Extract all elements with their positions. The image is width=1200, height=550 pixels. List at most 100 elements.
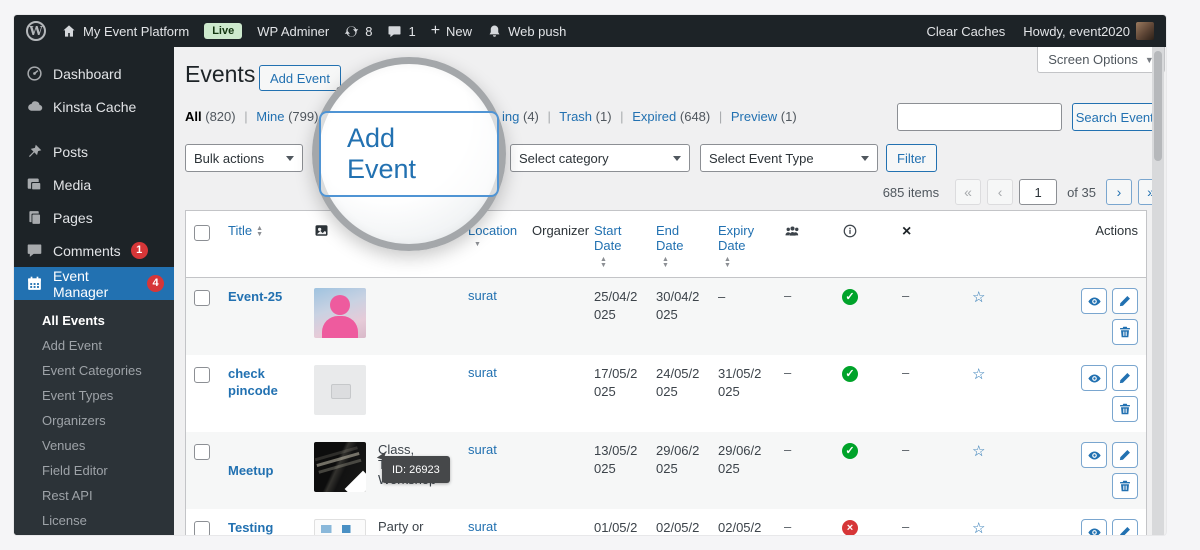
magnifier-lens-overlay: Add Event	[312, 57, 506, 251]
delete-button[interactable]	[1112, 473, 1138, 499]
edit-button[interactable]	[1112, 288, 1138, 314]
sidebar-item-pages[interactable]: Pages	[14, 201, 174, 234]
site-name-link[interactable]: My Event Platform	[61, 23, 189, 39]
submenu-all-events[interactable]: All Events	[14, 308, 174, 333]
comment-icon	[27, 244, 42, 257]
event-thumbnail	[314, 519, 366, 535]
sidebar-item-posts[interactable]: Posts	[14, 135, 174, 168]
title-column-header[interactable]: Title ▲ ▼	[220, 211, 306, 277]
feature-star-toggle[interactable]: ☆	[972, 520, 985, 535]
submenu-license[interactable]: License	[14, 508, 174, 533]
info-icon	[843, 224, 857, 238]
sidebar-item-kinsta-cache[interactable]: Kinsta Cache	[14, 90, 174, 123]
wp-adminer-link[interactable]: WP Adminer	[257, 24, 329, 39]
pin-icon	[28, 144, 42, 157]
comments-link[interactable]: 1	[387, 23, 416, 39]
view-pending-link[interactable]: ing	[502, 109, 519, 124]
view-expired-link[interactable]: Expired	[632, 109, 676, 124]
view-button[interactable]	[1081, 288, 1107, 314]
updates-link[interactable]: 8	[344, 24, 372, 39]
search-input[interactable]	[897, 103, 1062, 131]
event-type-select-value: Select Event Type	[709, 150, 814, 166]
search-events-button[interactable]: Search Events	[1072, 103, 1164, 131]
attendees-cell: –	[784, 442, 792, 457]
x-icon: ×	[902, 223, 912, 240]
sidebar-item-event-manager[interactable]: Event Manager 4	[14, 267, 174, 300]
admin-sidebar: Dashboard Kinsta Cache Posts Media Pages	[14, 47, 174, 535]
tooltip-text: ID: 26923	[392, 463, 440, 476]
home-icon	[61, 23, 77, 39]
expiry-date-column-header[interactable]: Expiry Date ▲ ▼	[710, 211, 776, 277]
new-content-link[interactable]: + New	[431, 22, 472, 40]
magnified-add-event-button[interactable]: Add Event	[319, 111, 499, 197]
submenu-organizers[interactable]: Organizers	[14, 408, 174, 433]
sidebar-item-label: Comments	[53, 242, 121, 259]
submenu-add-event[interactable]: Add Event	[14, 333, 174, 358]
location-link[interactable]: surat	[468, 365, 497, 380]
edit-button[interactable]	[1112, 365, 1138, 391]
screen-options-button[interactable]: Screen Options ▼	[1037, 47, 1165, 73]
event-type-cell	[370, 278, 460, 355]
view-mine-link[interactable]: Mine	[256, 109, 284, 124]
add-event-button[interactable]: Add Event	[259, 65, 341, 91]
event-thumbnail-placeholder	[314, 365, 366, 415]
event-title-link[interactable]: Event-25	[228, 288, 282, 305]
delete-button[interactable]	[1112, 319, 1138, 345]
filter-button[interactable]: Filter	[886, 144, 937, 172]
row-checkbox[interactable]	[194, 367, 210, 383]
bulk-actions-select[interactable]: Bulk actions	[185, 144, 303, 172]
edit-button[interactable]	[1112, 519, 1138, 535]
vertical-scrollbar[interactable]	[1152, 47, 1164, 535]
feature-star-toggle[interactable]: ☆	[972, 366, 985, 383]
location-link[interactable]: surat	[468, 442, 497, 457]
web-push-link[interactable]: Web push	[487, 24, 566, 39]
view-button[interactable]	[1081, 442, 1107, 468]
clear-caches-link[interactable]: Clear Caches	[927, 24, 1006, 39]
submenu-field-editor[interactable]: Field Editor	[14, 458, 174, 483]
submenu-event-types[interactable]: Event Types	[14, 383, 174, 408]
delete-button[interactable]	[1112, 396, 1138, 422]
current-page-input[interactable]: 1	[1019, 179, 1058, 205]
account-menu[interactable]: Howdy, event2020	[1023, 22, 1154, 40]
prev-page-button[interactable]: ‹	[987, 179, 1014, 205]
view-all-link[interactable]: All	[185, 109, 202, 124]
select-all-checkbox[interactable]	[194, 225, 210, 241]
event-title-link[interactable]: Testing nikki	[228, 519, 298, 535]
row-checkbox[interactable]	[194, 290, 210, 306]
next-page-button[interactable]: ›	[1106, 179, 1132, 205]
view-preview-link[interactable]: Preview	[731, 109, 777, 124]
first-page-button[interactable]: «	[955, 179, 982, 205]
table-row: check pincode surat 17/05/2025 24/05/202…	[186, 355, 1146, 432]
dashboard-icon	[27, 66, 42, 81]
sidebar-item-media[interactable]: Media	[14, 168, 174, 201]
expiry-date-cell: 29/06/2025	[718, 443, 762, 476]
row-checkbox[interactable]	[194, 521, 210, 535]
comments-count: 1	[408, 23, 416, 39]
view-button[interactable]	[1081, 365, 1107, 391]
location-link[interactable]: surat	[468, 288, 497, 303]
edit-button[interactable]	[1112, 442, 1138, 468]
title-header-label: Title	[228, 223, 253, 238]
scrollbar-thumb[interactable]	[1154, 51, 1162, 161]
event-type-select[interactable]: Select Event Type	[700, 144, 878, 172]
sidebar-item-dashboard[interactable]: Dashboard	[14, 57, 174, 90]
submenu-event-categories[interactable]: Event Categories	[14, 358, 174, 383]
separator: |	[620, 109, 624, 124]
event-title-link[interactable]: check pincode	[228, 365, 298, 399]
submenu-venues[interactable]: Venues	[14, 433, 174, 458]
feature-star-toggle[interactable]: ☆	[972, 443, 985, 460]
view-trash-link[interactable]: Trash	[559, 109, 592, 124]
submenu-rest-api[interactable]: Rest API	[14, 483, 174, 508]
category-select[interactable]: Select category	[510, 144, 690, 172]
location-link[interactable]: surat	[468, 519, 497, 534]
event-title-link[interactable]: Meetup	[228, 462, 274, 479]
sidebar-separator	[14, 123, 174, 135]
end-date-column-header[interactable]: End Date ▲ ▼	[648, 211, 710, 277]
wordpress-logo-icon[interactable]: W	[26, 21, 46, 41]
sidebar-item-comments[interactable]: Comments 1	[14, 234, 174, 267]
start-date-column-header[interactable]: Start Date ▲ ▼	[586, 211, 648, 277]
view-button[interactable]	[1081, 519, 1107, 535]
organizer-cell	[524, 278, 586, 355]
feature-star-toggle[interactable]: ☆	[972, 289, 985, 306]
row-checkbox[interactable]	[194, 444, 210, 460]
